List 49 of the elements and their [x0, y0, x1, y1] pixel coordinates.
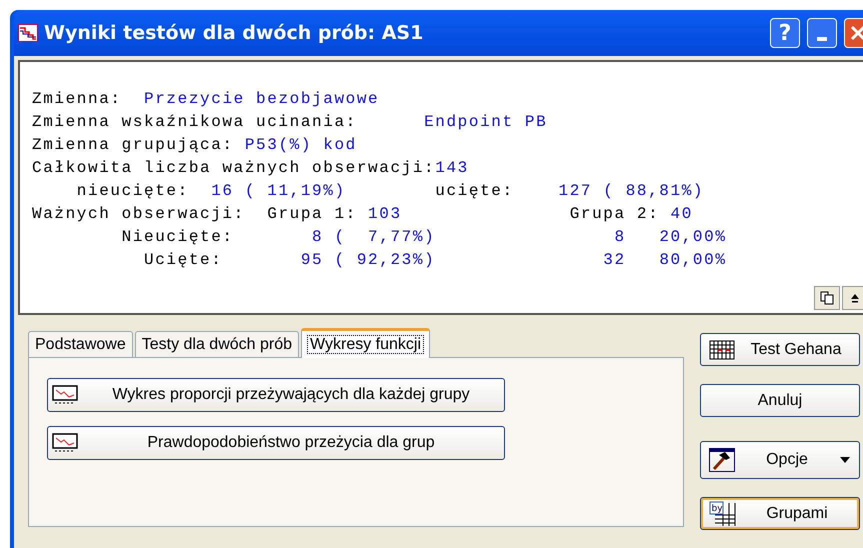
result-value: 103 [367, 205, 402, 223]
result-value: 20,00% [658, 228, 727, 246]
copy-icon [820, 291, 834, 305]
result-value: 8 [614, 228, 626, 246]
result-value: 80,00% [658, 251, 727, 269]
hammer-icon [709, 448, 735, 472]
line-chart-icon [52, 385, 78, 405]
collapse-button[interactable] [842, 286, 863, 310]
action-button[interactable]: Opcje [700, 441, 860, 479]
dropdown-arrow-icon [839, 456, 851, 464]
result-label: Grupa 2: [568, 205, 660, 223]
table-icon [709, 340, 735, 360]
result-label: Zmienna: [32, 90, 122, 108]
result-value: 127 ( 88,81%) [557, 182, 704, 200]
result-label: Ucięte: [143, 251, 222, 269]
action-button[interactable]: Anuluj [700, 384, 860, 417]
result-value: 40 [670, 205, 693, 223]
tab[interactable]: Wykresy funkcji [301, 328, 430, 358]
result-label: ucięte: [434, 182, 514, 200]
result-value: P53(%) kod [244, 136, 357, 154]
chart-button[interactable]: Wykres proporcji przeżywających dla każdej grupy [47, 378, 505, 412]
result-value: 16 ( 11,19%) [210, 182, 346, 200]
minimize-button[interactable] [807, 18, 837, 48]
result-label: Zmienna wskaźnikowa ucinania: [32, 113, 357, 131]
copy-button[interactable] [814, 286, 840, 310]
close-icon [848, 24, 863, 42]
line-chart-icon [52, 433, 78, 453]
action-button[interactable]: by Grupami [700, 497, 860, 530]
step-chart-icon [18, 24, 38, 42]
result-value: 95 ( 92,23%) [300, 251, 436, 269]
up-arrow-icon [850, 293, 860, 303]
tab[interactable]: Podstawowe [28, 331, 133, 357]
window-title: Wyniki testów dla dwóch prób: AS1 [44, 22, 424, 44]
result-value: 32 [602, 251, 626, 269]
tab[interactable]: Testy dla dwóch prób [134, 331, 300, 357]
result-label: Zmienna grupująca: [32, 136, 234, 154]
result-value: Endpoint PB [423, 113, 548, 131]
result-label: Ważnych obserwacji: [32, 205, 245, 223]
chart-button[interactable]: Prawdopodobieństwo przeżycia dla grup [47, 426, 505, 460]
result-value: 143 [435, 159, 469, 177]
result-label: nieucięte: [76, 182, 189, 200]
result-label: Nieucięte: [120, 228, 234, 246]
close-button[interactable] [844, 18, 863, 48]
help-button[interactable]: ? [770, 18, 800, 48]
result-value: Przezycie bezobjawowe [143, 90, 380, 108]
result-value: 8 ( 7,77%) [311, 228, 436, 246]
action-button[interactable]: Test Gehana [700, 333, 860, 366]
result-label: Grupa 1: [266, 205, 357, 223]
result-label: Całkowita liczba ważnych obserwacji: [32, 159, 436, 177]
